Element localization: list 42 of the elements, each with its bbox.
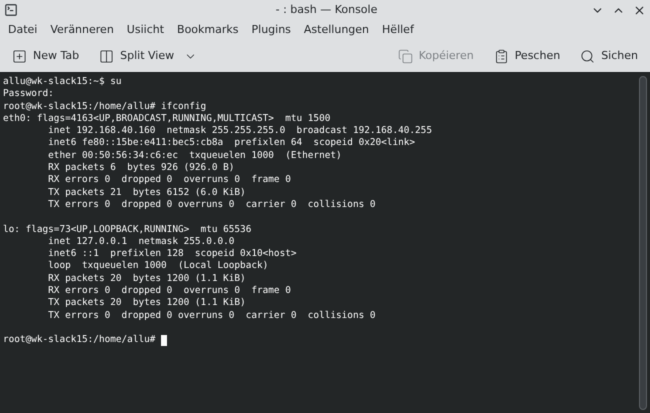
terminal-line: inet 127.0.0.1 netmask 255.0.0.0: [47, 236, 234, 248]
toolbar-button[interactable]: Sichen: [574, 44, 644, 68]
menu-item[interactable]: Plugins: [248, 22, 295, 38]
terminal-line: RX packets 20 bytes 1200 (1.1 KiB): [47, 272, 246, 286]
menu-item[interactable]: Usiicht: [122, 22, 168, 38]
scrollbar[interactable]: [639, 76, 647, 410]
terminal-line: RX packets 6 bytes 926 (926.0 B): [47, 162, 234, 174]
terminal-line: root@wk-slack15:/home/allu# ifconfig: [3, 100, 206, 113]
terminal-line: TX errors 0 dropped 0 overruns 0 carrier 0 collisions 0: [47, 310, 376, 322]
toolbar-button[interactable]: Peschen: [488, 44, 566, 68]
menu-item[interactable]: Astellungen: [300, 22, 374, 38]
terminal-cursor: [161, 334, 168, 346]
clipboard-icon: [494, 48, 509, 64]
terminal-line: inet6 fe80::15be:e411:bec5:cb8a prefixlen 64 scopeid 0x20<link>: [47, 137, 416, 150]
window-title: - : bash — Konsole: [276, 2, 378, 18]
terminal-line: allu@wk-slack15:~$ su: [3, 76, 122, 88]
split-view-icon: [99, 48, 114, 64]
terminal-line: lo: flags=73<UP,LOOPBACK,RUNNING> mtu 65536: [3, 224, 252, 236]
terminal-line: Password:: [3, 88, 54, 101]
copy-icon: [398, 48, 413, 64]
terminal-line: RX errors 0 dropped 0 overruns 0 frame 0: [47, 285, 291, 298]
search-icon: [580, 48, 596, 64]
terminal-line: TX packets 20 bytes 1200 (1.1 KiB): [47, 297, 246, 310]
terminal-line: loop txqueuelen 1000 (Local Loopback): [47, 260, 268, 273]
toolbar-button[interactable]: Split View: [93, 44, 204, 68]
terminal-line: eth0: flags=4163<UP,BROADCAST,RUNNING,MULTICAST> mtu 1500: [3, 112, 330, 126]
terminal-panel[interactable]: [0, 72, 650, 413]
toolbar-button[interactable]: New Tab: [6, 44, 86, 68]
menu-item[interactable]: Hëllef: [378, 22, 418, 38]
new-tab-icon: [12, 48, 27, 64]
menu-item[interactable]: Bookmarks: [173, 22, 242, 38]
terminal-line: RX errors 0 dropped 0 overruns 0 frame 0: [47, 174, 291, 187]
terminal-line: TX packets 21 bytes 6152 (6.0 KiB): [47, 186, 246, 199]
terminal-line: ether 00:50:56:34:c6:ec txqueuelen 1000 (Ethernet): [47, 150, 342, 162]
terminal-line: inet 192.168.40.160 netmask 255.255.255.0 broadcast 192.168.40.255: [47, 125, 432, 138]
terminal-prompt: root@wk-slack15:/home/allu#: [3, 334, 156, 347]
menu-item[interactable]: Veränneren: [46, 22, 118, 38]
terminal-line: inet6 ::1 prefixlen 128 scopeid 0x10<host>: [47, 248, 296, 260]
close-icon[interactable]: [633, 4, 646, 16]
terminal-line: TX errors 0 dropped 0 overruns 0 carrier 0 collisions 0: [47, 198, 376, 212]
terminal-icon: [4, 3, 18, 17]
menu-item[interactable]: Datei: [4, 22, 42, 38]
